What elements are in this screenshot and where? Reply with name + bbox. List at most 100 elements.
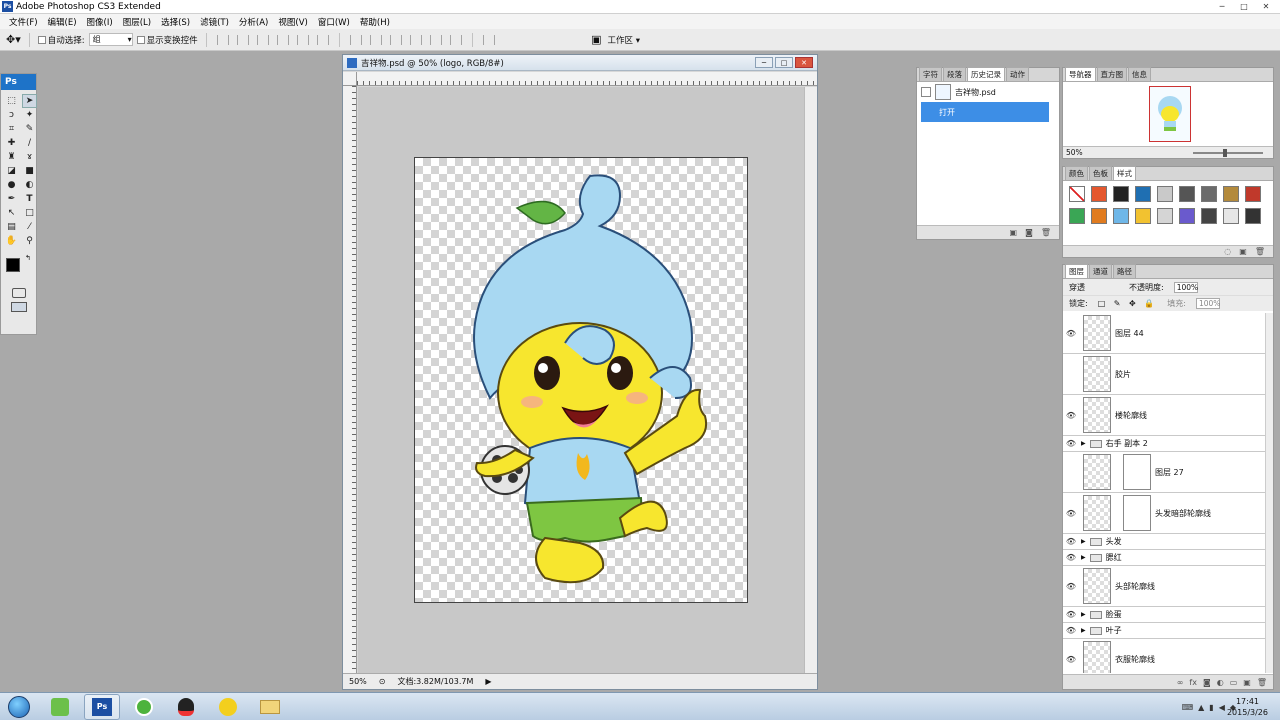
auto-align-icon[interactable]	[482, 34, 495, 45]
tab-layers[interactable]: 图层	[1065, 264, 1088, 278]
menu-select[interactable]: 选择(S)	[156, 16, 195, 28]
doc-maximize-button[interactable]: □	[775, 57, 793, 68]
fill-input[interactable]: 100%	[1195, 298, 1220, 309]
style-swatch[interactable]	[1135, 186, 1151, 202]
distribute-top-icon[interactable]	[349, 34, 362, 45]
expand-triangle-icon[interactable]: ▶	[1081, 611, 1086, 618]
document-zoom[interactable]: 50%	[349, 677, 367, 686]
zoom-slider[interactable]	[1192, 148, 1263, 157]
add-mask-icon[interactable]: ◙	[1203, 678, 1211, 687]
tray-network-icon[interactable]: ▮	[1209, 703, 1213, 712]
menu-filter[interactable]: 滤镜(T)	[195, 16, 234, 28]
align-bottom-icon[interactable]	[256, 34, 269, 45]
new-style-icon[interactable]: ▣	[1239, 247, 1247, 256]
navigator-zoom-value[interactable]: 50%	[1066, 148, 1083, 157]
layer-style-icon[interactable]: fx	[1189, 678, 1197, 687]
delete-style-icon[interactable]: 🗑	[1255, 247, 1265, 256]
move-tool-preset-icon[interactable]: ✥▾	[6, 33, 21, 46]
bridge-icon[interactable]: ▣	[591, 33, 601, 46]
photoshop-taskbar-icon[interactable]: Ps	[84, 693, 120, 720]
new-document-from-state-icon[interactable]: ▣	[1010, 228, 1018, 237]
lasso-icon[interactable]: ↄ	[4, 108, 19, 122]
layer-row[interactable]: 👁 楼轮廓线	[1063, 395, 1265, 436]
history-state-open[interactable]: 打开	[921, 102, 1049, 122]
layer-group-row[interactable]: 👁 ▶ 脸蛋	[1063, 607, 1265, 623]
tray-keyboard-icon[interactable]: ⌨	[1182, 703, 1194, 712]
shape-icon[interactable]: □	[22, 206, 37, 220]
visibility-eye-icon[interactable]: 👁	[1063, 411, 1079, 420]
link-layers-icon[interactable]: ∞	[1177, 678, 1184, 687]
zoom-icon[interactable]: ⚲	[22, 234, 37, 248]
layer-row[interactable]: 👁 图层 44	[1063, 313, 1265, 354]
distribute-hcenter-icon[interactable]	[429, 34, 442, 45]
adjustment-layer-icon[interactable]: ◐	[1217, 678, 1224, 687]
path-select-icon[interactable]: ↖	[4, 206, 19, 220]
layer-mask-thumbnail[interactable]	[1123, 495, 1151, 531]
lock-icons[interactable]: □ ✎ ✥ 🔒	[1098, 299, 1158, 308]
auto-select-checkbox[interactable]: 自动选择:	[37, 34, 85, 46]
pen-icon[interactable]: ✒	[4, 192, 19, 206]
layer-row[interactable]: 胶片	[1063, 354, 1265, 395]
leaf-app-icon[interactable]	[42, 694, 78, 720]
stamp-icon[interactable]: ♜	[4, 150, 19, 164]
layer-group-row[interactable]: 👁 ▶ 叶子	[1063, 623, 1265, 639]
show-transform-checkbox[interactable]: 显示变换控件	[136, 34, 198, 46]
style-swatch[interactable]	[1223, 186, 1239, 202]
maximize-button[interactable]: □	[1234, 0, 1254, 13]
layer-row[interactable]: 👁 衣服轮廓线	[1063, 639, 1265, 673]
taskbar-clock[interactable]: 17:41 2015/3/26	[1227, 696, 1268, 718]
tab-swatches[interactable]: 色板	[1089, 166, 1112, 180]
tab-paragraph[interactable]: 段落	[943, 67, 966, 81]
visibility-eye-icon[interactable]: 👁	[1063, 582, 1079, 591]
visibility-eye-icon[interactable]: 👁	[1063, 329, 1079, 338]
visibility-eye-icon[interactable]: 👁	[1063, 509, 1079, 518]
eyedropper-icon[interactable]: ⁄	[22, 220, 37, 234]
style-swatch[interactable]	[1179, 208, 1195, 224]
style-swatch[interactable]	[1157, 186, 1173, 202]
360-browser-icon[interactable]	[126, 694, 162, 720]
foreground-color-swatch[interactable]	[6, 258, 20, 272]
artboard[interactable]	[414, 157, 748, 603]
menu-analysis[interactable]: 分析(A)	[234, 16, 273, 28]
status-options-icon[interactable]: ⊙	[379, 677, 386, 686]
layer-group-row[interactable]: 👁 ▶ 右手 副本 2	[1063, 436, 1265, 452]
file-explorer-icon[interactable]	[252, 694, 288, 720]
tab-character[interactable]: 字符	[919, 67, 942, 81]
visibility-eye-icon[interactable]: 👁	[1063, 626, 1079, 635]
style-swatch[interactable]	[1223, 208, 1239, 224]
crop-icon[interactable]: ⌗	[4, 122, 19, 136]
magic-wand-icon[interactable]: ✦	[22, 108, 37, 122]
tab-paths[interactable]: 路径	[1113, 264, 1136, 278]
hand-icon[interactable]: ✋	[4, 234, 19, 248]
style-swatch[interactable]	[1135, 208, 1151, 224]
visibility-eye-icon[interactable]: 👁	[1063, 610, 1079, 619]
tray-chevron-icon[interactable]: ▲	[1198, 703, 1204, 712]
tab-actions[interactable]: 动作	[1006, 67, 1029, 81]
menu-window[interactable]: 窗口(W)	[313, 16, 355, 28]
menu-layer[interactable]: 图层(L)	[118, 16, 156, 28]
new-group-icon[interactable]: ▭	[1230, 678, 1238, 687]
style-swatch[interactable]	[1201, 208, 1217, 224]
menu-image[interactable]: 图像(I)	[82, 16, 118, 28]
notes-icon[interactable]: ▤	[4, 220, 19, 234]
style-swatch[interactable]	[1157, 208, 1173, 224]
expand-triangle-icon[interactable]: ▶	[1081, 554, 1086, 561]
history-snapshot[interactable]: 吉祥物.psd	[917, 82, 1059, 102]
layer-row[interactable]: 图层 27	[1063, 452, 1265, 493]
workspace-menu[interactable]: 工作区 ▾	[608, 34, 640, 46]
vertical-scrollbar[interactable]	[804, 87, 817, 673]
style-swatch[interactable]	[1245, 208, 1261, 224]
move-icon[interactable]: ➤	[22, 94, 37, 108]
screen-mode-icon[interactable]	[10, 302, 27, 312]
menu-file[interactable]: 文件(F)	[4, 16, 43, 28]
style-swatch[interactable]	[1179, 186, 1195, 202]
opacity-input[interactable]: 100%	[1173, 281, 1198, 293]
slice-icon[interactable]: ✎	[22, 122, 37, 136]
style-swatch[interactable]	[1113, 208, 1129, 224]
style-swatch[interactable]	[1091, 208, 1107, 224]
layer-group-row[interactable]: 👁 ▶ 头发	[1063, 534, 1265, 550]
tab-color[interactable]: 颜色	[1065, 166, 1088, 180]
type-icon[interactable]: T	[22, 192, 37, 206]
expand-triangle-icon[interactable]: ▶	[1081, 538, 1086, 545]
blend-mode-dropdown[interactable]: 穿透	[1069, 282, 1119, 293]
